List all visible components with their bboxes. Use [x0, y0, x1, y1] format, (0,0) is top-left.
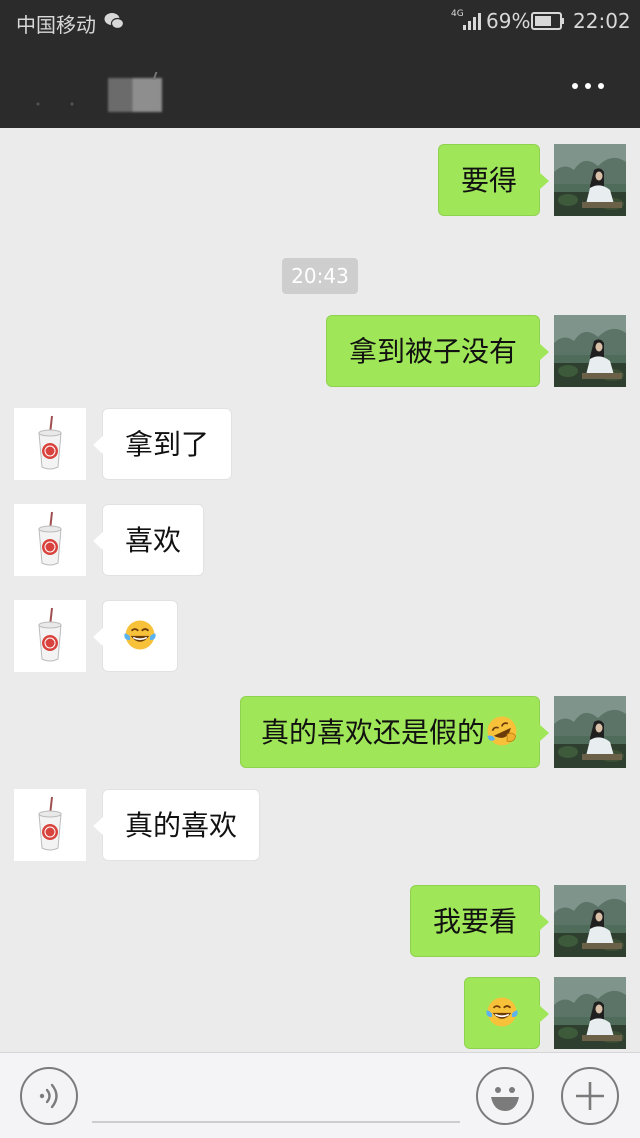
message-row-incoming: 喜欢	[0, 504, 640, 576]
incoming-emoji-bubble[interactable]	[93, 600, 178, 672]
message-row-outgoing: 真的喜欢还是假的	[0, 696, 640, 768]
more-dot-icon	[598, 83, 604, 89]
more-functions-button[interactable]	[561, 1067, 619, 1125]
message-text: 真的喜欢还是假的	[260, 716, 485, 749]
message-row-outgoing	[0, 977, 640, 1049]
wechat-notification-icon	[104, 13, 124, 30]
my-avatar[interactable]	[554, 696, 626, 768]
contact-avatar[interactable]	[14, 504, 86, 576]
emoji-picker-button[interactable]	[476, 1067, 534, 1125]
tears-of-joy-emoji-icon	[123, 618, 157, 652]
more-dot-icon	[585, 83, 591, 89]
voice-input-button[interactable]	[20, 1067, 78, 1125]
message-text-input[interactable]	[92, 1073, 460, 1123]
incoming-message-bubble[interactable]: 真的喜欢	[92, 789, 261, 861]
my-avatar[interactable]	[554, 885, 626, 957]
message-row-incoming	[0, 600, 640, 672]
signal-strength-icon	[463, 13, 481, 30]
message-row-incoming: 拿到了	[0, 408, 640, 480]
my-avatar[interactable]	[554, 144, 626, 216]
battery-icon	[531, 12, 564, 30]
outgoing-message-bubble[interactable]: 拿到被子没有	[325, 315, 550, 387]
smiley-icon	[491, 1087, 519, 1111]
incoming-message-bubble[interactable]: 喜欢	[92, 504, 205, 576]
tears-of-joy-emoji-icon	[485, 995, 519, 1029]
carrier-label: 中国移动	[16, 13, 96, 37]
blurred-back-area[interactable]	[36, 102, 76, 106]
my-avatar[interactable]	[554, 977, 626, 1049]
voice-icon	[39, 1083, 58, 1109]
contact-avatar[interactable]	[14, 408, 86, 480]
contact-avatar[interactable]	[14, 789, 86, 861]
plus-icon	[576, 1082, 604, 1110]
outgoing-emoji-bubble[interactable]	[464, 977, 549, 1049]
message-input-bar	[0, 1052, 640, 1138]
my-avatar[interactable]	[554, 315, 626, 387]
contact-avatar[interactable]	[14, 600, 86, 672]
message-row-outgoing: 我要看	[0, 885, 640, 957]
more-options-button[interactable]	[566, 74, 610, 98]
chat-title-obscured	[108, 78, 162, 112]
message-row-incoming: 真的喜欢	[0, 789, 640, 861]
status-bar: 中国移动 4G 69% 22:02	[0, 0, 640, 44]
message-row-outgoing: 要得	[0, 144, 640, 216]
more-dot-icon	[572, 83, 578, 89]
battery-percent: 69%	[486, 9, 531, 33]
outgoing-message-bubble[interactable]: 我要看	[409, 885, 550, 957]
chat-header	[0, 44, 640, 128]
clock: 22:02	[573, 9, 631, 33]
incoming-message-bubble[interactable]: 拿到了	[92, 408, 233, 480]
message-timestamp: 20:43	[282, 258, 358, 294]
rolling-laughing-emoji-icon	[485, 714, 519, 748]
outgoing-message-bubble[interactable]: 真的喜欢还是假的	[239, 696, 550, 768]
chat-message-list[interactable]: 要得 20:43 拿到被子没有 拿到了 喜欢 真的喜欢还是假的 真的喜欢 我要看	[0, 128, 640, 1052]
message-row-outgoing: 拿到被子没有	[0, 315, 640, 387]
outgoing-message-bubble[interactable]: 要得	[437, 144, 550, 216]
